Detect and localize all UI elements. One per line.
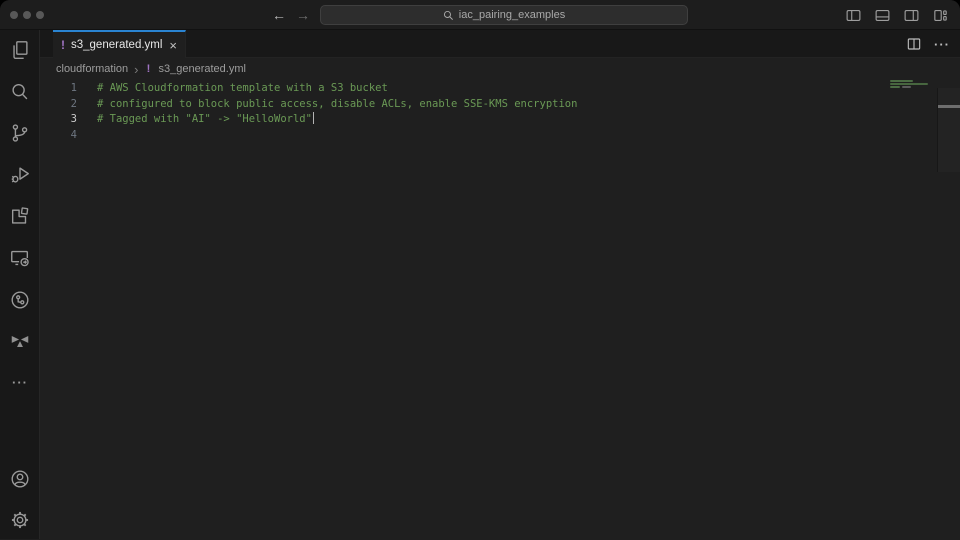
minimap[interactable] <box>888 80 935 200</box>
yaml-file-icon: ! <box>61 38 65 52</box>
code-line[interactable]: 1 # AWS Cloudformation template with a S… <box>40 81 960 97</box>
toggle-panel-icon[interactable] <box>870 4 894 26</box>
yaml-file-icon: ! <box>145 63 153 75</box>
minimize-window-button[interactable] <box>23 11 31 19</box>
command-center-search[interactable]: iac_pairing_examples <box>320 5 688 25</box>
command-center-text: iac_pairing_examples <box>459 9 565 21</box>
more-views-icon[interactable]: ··· <box>8 370 32 394</box>
layout-controls <box>841 4 952 26</box>
toggle-primary-sidebar-icon[interactable] <box>841 4 865 26</box>
git-extension-icon[interactable] <box>8 288 32 312</box>
tab-bar: ! s3_generated.yml × ··· <box>40 30 960 58</box>
extensions-icon[interactable] <box>8 205 32 229</box>
tab-label: s3_generated.yml <box>71 39 162 51</box>
chevron-right-icon: › <box>134 64 138 75</box>
code-text: # AWS Cloudformation template with a S3 … <box>77 81 388 97</box>
breadcrumb-file[interactable]: s3_generated.yml <box>159 63 246 75</box>
code-line[interactable]: 4 <box>40 128 960 144</box>
vscode-window: ← → iac_pairing_examples <box>0 0 960 540</box>
text-cursor <box>313 112 314 124</box>
settings-gear-icon[interactable] <box>8 508 32 532</box>
navigate-back-button[interactable]: ← <box>268 4 290 26</box>
tab-s3-generated-yml[interactable]: ! s3_generated.yml × <box>53 30 186 58</box>
code-text: # Tagged with "AI" -> "HelloWorld" <box>77 112 312 128</box>
close-tab-icon[interactable]: × <box>168 39 178 52</box>
title-bar: ← → iac_pairing_examples <box>0 0 960 30</box>
more-actions-icon[interactable]: ··· <box>934 37 950 52</box>
explorer-icon[interactable] <box>8 38 32 62</box>
accounts-icon[interactable] <box>8 467 32 491</box>
customize-layout-icon[interactable] <box>928 4 952 26</box>
breadcrumb-folder[interactable]: cloudformation <box>56 63 128 75</box>
code-editor[interactable]: 1 # AWS Cloudformation template with a S… <box>40 80 960 539</box>
activity-bar: ··· <box>0 30 40 539</box>
breadcrumb: cloudformation › ! s3_generated.yml <box>40 58 960 80</box>
line-number[interactable]: 3 <box>40 112 77 128</box>
split-editor-icon[interactable] <box>906 36 922 52</box>
line-number[interactable]: 1 <box>40 81 77 97</box>
editor-group: ! s3_generated.yml × ··· c <box>40 30 960 539</box>
line-number[interactable]: 4 <box>40 128 77 144</box>
close-window-button[interactable] <box>10 11 18 19</box>
editor-actions: ··· <box>906 30 950 58</box>
terraform-icon[interactable] <box>8 329 32 353</box>
traffic-lights <box>10 11 44 19</box>
code-line[interactable]: 2 # configured to block public access, d… <box>40 97 960 113</box>
remote-explorer-icon[interactable] <box>8 246 32 270</box>
overview-ruler-cursor-mark <box>938 105 960 108</box>
source-control-icon[interactable] <box>8 121 32 145</box>
line-number[interactable]: 2 <box>40 97 77 113</box>
run-and-debug-icon[interactable] <box>8 163 32 187</box>
search-icon <box>443 10 454 21</box>
zoom-window-button[interactable] <box>36 11 44 19</box>
code-text <box>77 128 97 144</box>
code-text: # configured to block public access, dis… <box>77 97 577 113</box>
toggle-secondary-sidebar-icon[interactable] <box>899 4 923 26</box>
scrollbar[interactable] <box>938 88 960 172</box>
code-line-active[interactable]: 3 # Tagged with "AI" -> "HelloWorld" <box>40 112 960 128</box>
search-icon[interactable] <box>8 80 32 104</box>
code-lines: 1 # AWS Cloudformation template with a S… <box>40 80 960 143</box>
navigate-forward-button[interactable]: → <box>292 4 314 26</box>
